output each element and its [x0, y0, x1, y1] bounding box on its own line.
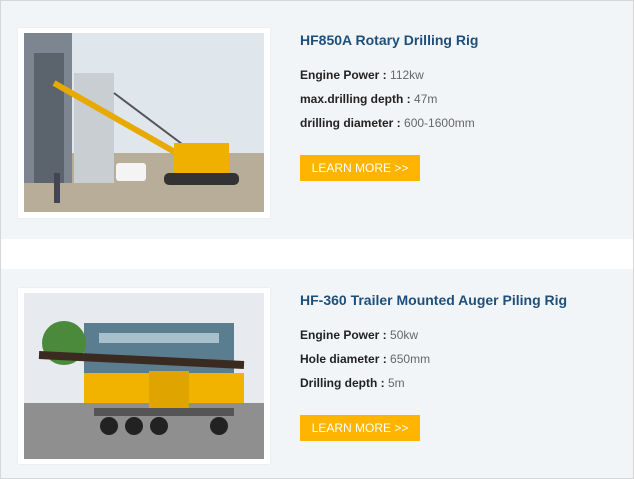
- product-image[interactable]: [18, 28, 270, 218]
- spec-row: Engine Power : 50kw: [300, 327, 430, 351]
- spec-label: Engine Power :: [300, 328, 387, 342]
- spec-row: max.drilling depth : 47m: [300, 91, 475, 115]
- spec-row: Drilling depth : 5m: [300, 375, 430, 399]
- spec-label: Engine Power :: [300, 68, 387, 82]
- spec-label: Hole diameter :: [300, 352, 387, 366]
- product-image[interactable]: [18, 288, 270, 464]
- spec-value: 600-1600mm: [404, 116, 475, 130]
- spec-value: 5m: [388, 376, 405, 390]
- product-title[interactable]: HF-360 Trailer Mounted Auger Piling Rig: [300, 292, 567, 308]
- spec-value: 112kw: [390, 68, 424, 82]
- product-specs: Engine Power : 50kw Hole diameter : 650m…: [300, 327, 430, 399]
- product-list: HF850A Rotary Drilling Rig Engine Power …: [0, 0, 634, 479]
- spec-row: Engine Power : 112kw: [300, 67, 475, 91]
- learn-more-button[interactable]: LEARN MORE >>: [300, 415, 420, 441]
- product-title[interactable]: HF850A Rotary Drilling Rig: [300, 32, 478, 48]
- spec-row: Hole diameter : 650mm: [300, 351, 430, 375]
- spec-label: max.drilling depth :: [300, 92, 411, 106]
- product-specs: Engine Power : 112kw max.drilling depth …: [300, 67, 475, 139]
- product-card: HF850A Rotary Drilling Rig Engine Power …: [1, 1, 633, 239]
- spec-value: 47m: [414, 92, 438, 106]
- spec-value: 50kw: [390, 328, 419, 342]
- learn-more-button[interactable]: LEARN MORE >>: [300, 155, 420, 181]
- product-card: HF-360 Trailer Mounted Auger Piling Rig …: [1, 269, 633, 478]
- spec-value: 650mm: [390, 352, 431, 366]
- spec-label: drilling diameter :: [300, 116, 401, 130]
- spec-row: drilling diameter : 600-1600mm: [300, 115, 475, 139]
- spec-label: Drilling depth :: [300, 376, 385, 390]
